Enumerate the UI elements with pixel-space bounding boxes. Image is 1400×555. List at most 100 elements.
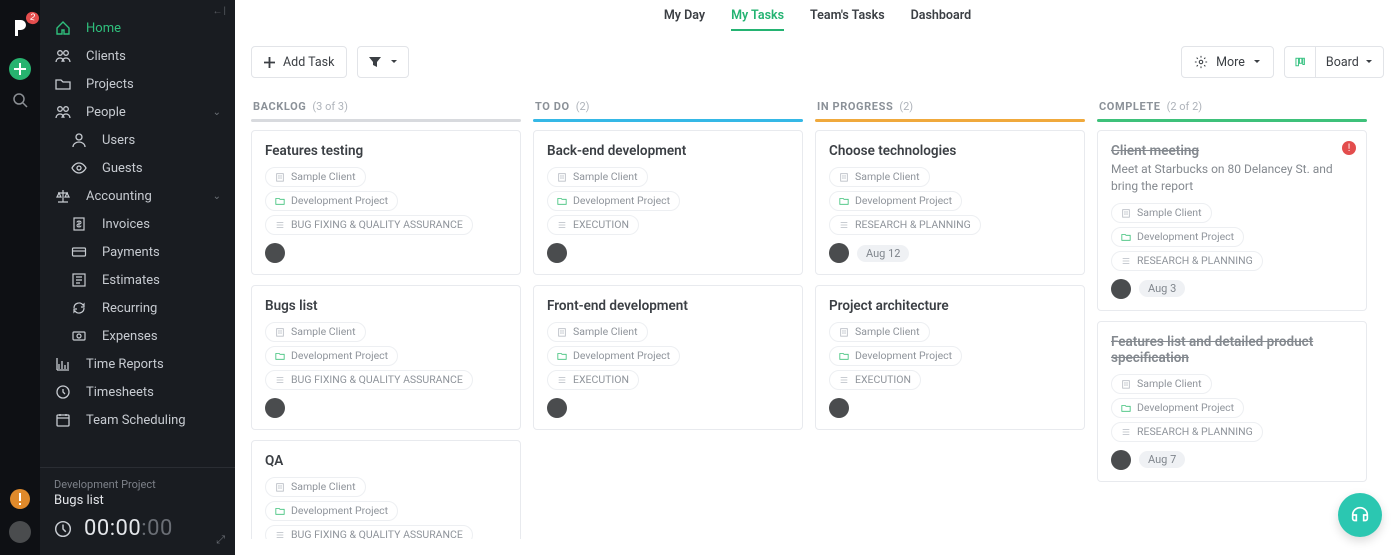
task-card[interactable]: Front-end developmentSample ClientDevelo… (533, 285, 803, 430)
task-card[interactable]: !Client meetingMeet at Starbucks on 80 D… (1097, 130, 1367, 311)
assignee-avatar[interactable] (1111, 450, 1131, 470)
tab-my-day[interactable]: My Day (664, 1, 705, 31)
task-card[interactable]: Features testingSample ClientDevelopment… (251, 130, 521, 275)
add-task-button[interactable]: Add Task (251, 46, 347, 78)
kanban-icon (1295, 54, 1305, 70)
task-card[interactable]: Choose technologiesSample ClientDevelopm… (815, 130, 1085, 275)
phase-tag: EXECUTION (547, 215, 639, 235)
task-card[interactable]: QASample ClientDevelopment ProjectBUG FI… (251, 440, 521, 539)
more-button[interactable]: More (1181, 46, 1274, 78)
column-todo: TO DO(2)Back-end developmentSample Clien… (533, 92, 803, 539)
sidebar-item-time-reports[interactable]: Time Reports (40, 350, 235, 378)
support-chat-button[interactable] (1338, 493, 1382, 537)
filter-icon (368, 55, 382, 69)
column-count: (3 of 3) (312, 100, 348, 113)
building-icon (839, 327, 849, 337)
invoice-icon (70, 215, 88, 233)
sidebar-item-label: Accounting (86, 189, 152, 204)
sidebar-item-invoices[interactable]: Invoices (40, 210, 235, 238)
task-title: Bugs list (265, 298, 507, 314)
chevron-down-icon: ⌄ (213, 107, 221, 118)
task-tags: Sample ClientDevelopment ProjectBUG FIXI… (265, 477, 507, 539)
sidebar-item-label: Home (86, 21, 121, 36)
expand-icon[interactable]: ⤢ (216, 533, 225, 547)
current-user-avatar[interactable] (9, 521, 31, 543)
phase-tag: EXECUTION (829, 370, 921, 390)
assignee-avatar[interactable] (265, 243, 285, 263)
assignee-avatar[interactable] (547, 243, 567, 263)
task-tags: Sample ClientDevelopment ProjectEXECUTIO… (547, 322, 789, 390)
eye-icon (70, 159, 88, 177)
view-name[interactable]: Board (1315, 47, 1383, 77)
task-card[interactable]: Back-end developmentSample ClientDevelop… (533, 130, 803, 275)
folder-icon (839, 196, 849, 206)
sidebar-item-clients[interactable]: Clients (40, 42, 235, 70)
assignee-avatar[interactable] (829, 398, 849, 418)
client-tag: Sample Client (829, 322, 930, 342)
exclamation-icon (18, 493, 22, 505)
sidebar-item-label: Payments (102, 245, 160, 260)
cards-list: !Client meetingMeet at Starbucks on 80 D… (1097, 130, 1367, 482)
global-add-button[interactable] (9, 58, 31, 80)
global-search-button[interactable] (12, 92, 28, 108)
search-icon (12, 92, 28, 108)
column-backlog: BACKLOG(3 of 3)Features testingSample Cl… (251, 92, 521, 539)
task-card[interactable]: Project architectureSample ClientDevelop… (815, 285, 1085, 430)
list-icon (275, 530, 285, 539)
sidebar-item-users[interactable]: Users (40, 126, 235, 154)
main-content: My Day My Tasks Team's Tasks Dashboard A… (235, 0, 1400, 555)
board-view-icon[interactable] (1285, 47, 1315, 77)
alert-badge: ! (1342, 141, 1356, 155)
tab-teams-tasks[interactable]: Team's Tasks (810, 1, 885, 31)
tab-my-tasks[interactable]: My Tasks (731, 1, 784, 31)
phase-tag: RESEARCH & PLANNING (1111, 422, 1263, 442)
client-tag: Sample Client (1111, 374, 1212, 394)
column-header: COMPLETE(2 of 2) (1097, 92, 1367, 119)
clock-icon (54, 383, 72, 401)
sidebar-item-accounting[interactable]: Accounting ⌄ (40, 182, 235, 210)
filter-button[interactable] (357, 46, 409, 78)
clock-icon[interactable] (54, 520, 72, 538)
project-tag: Development Project (547, 191, 680, 211)
task-card[interactable]: Features list and detailed product speci… (1097, 321, 1367, 482)
gear-icon (1194, 55, 1208, 69)
task-footer (547, 243, 789, 263)
sidebar-item-projects[interactable]: Projects (40, 70, 235, 98)
folder-icon (557, 196, 567, 206)
assignee-avatar[interactable] (829, 243, 849, 263)
button-label: Add Task (283, 55, 334, 70)
building-icon (275, 327, 285, 337)
client-tag: Sample Client (265, 477, 366, 497)
app-logo[interactable]: 2 (10, 18, 30, 38)
assignee-avatar[interactable] (1111, 279, 1131, 299)
collapse-sidebar-button[interactable]: ←| (213, 6, 227, 17)
sidebar-item-expenses[interactable]: Expenses (40, 322, 235, 350)
people-icon (54, 103, 72, 121)
project-tag: Development Project (829, 191, 962, 211)
column-accent-bar (533, 119, 803, 122)
sidebar-item-home[interactable]: Home (40, 14, 235, 42)
assignee-avatar[interactable] (547, 398, 567, 418)
sidebar-item-timesheets[interactable]: Timesheets (40, 378, 235, 406)
sidebar-item-label: Invoices (102, 217, 150, 232)
timer-value: 00:00:00 (84, 516, 173, 541)
sidebar-item-recurring[interactable]: Recurring (40, 294, 235, 322)
task-card[interactable]: Bugs listSample ClientDevelopment Projec… (251, 285, 521, 430)
view-switcher[interactable]: Board (1284, 46, 1384, 78)
assignee-avatar[interactable] (265, 398, 285, 418)
sidebar-item-estimates[interactable]: Estimates (40, 266, 235, 294)
building-icon (1121, 208, 1131, 218)
sidebar-item-label: Clients (86, 49, 126, 64)
folder-icon (275, 196, 285, 206)
phase-tag: RESEARCH & PLANNING (1111, 251, 1263, 271)
task-title: Features list and detailed product speci… (1111, 334, 1353, 366)
sidebar-item-people[interactable]: People ⌄ (40, 98, 235, 126)
tab-dashboard[interactable]: Dashboard (911, 1, 972, 31)
sidebar-item-guests[interactable]: Guests (40, 154, 235, 182)
sidebar-item-team-scheduling[interactable]: Team Scheduling (40, 406, 235, 434)
task-tags: Sample ClientDevelopment ProjectEXECUTIO… (547, 167, 789, 235)
due-date: Aug 7 (1139, 451, 1185, 468)
alerts-button[interactable] (10, 489, 30, 509)
project-tag: Development Project (1111, 227, 1244, 247)
sidebar-item-payments[interactable]: Payments (40, 238, 235, 266)
